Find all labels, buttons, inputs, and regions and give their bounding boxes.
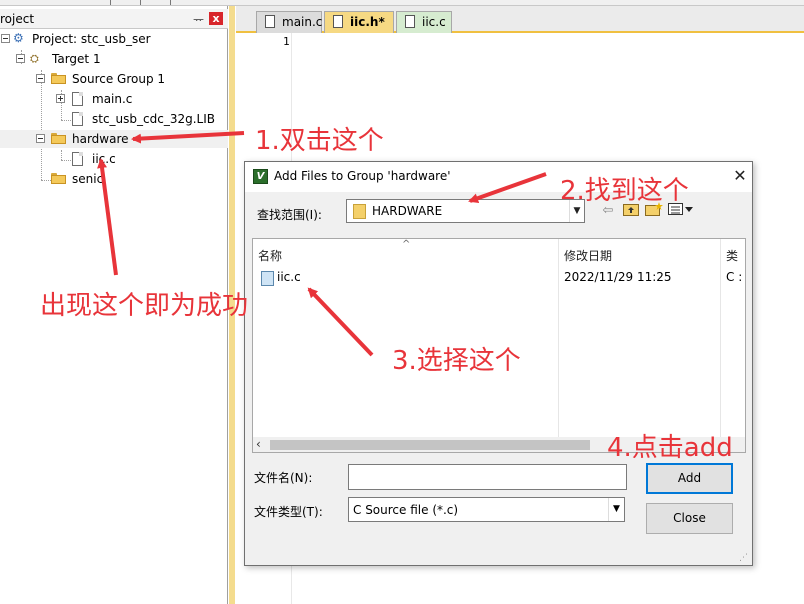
tree-item-label: senic [72, 172, 104, 186]
dialog-title: Add Files to Group 'hardware' [274, 169, 451, 183]
column-header-date[interactable]: 修改日期 [564, 247, 612, 264]
column-header-name[interactable]: 名称 [258, 247, 282, 264]
file-name[interactable]: iic.c [277, 270, 301, 284]
file-type-value: C Source file (*.c) [353, 503, 459, 517]
expand-icon[interactable] [56, 94, 65, 103]
folder-open-icon [51, 133, 66, 144]
scrollbar-thumb[interactable] [270, 440, 590, 450]
tree-item-label: iic.c [92, 152, 116, 166]
toolbar-separator [140, 0, 141, 5]
tab-label: main.c [282, 15, 323, 29]
tree-item-label: Source Group 1 [72, 72, 166, 86]
file-type-dropdown[interactable]: C Source file (*.c) ▼ [348, 497, 625, 522]
column-header-type[interactable]: 类 [726, 247, 738, 264]
tree-item-target[interactable]: ⛭ Target 1 [0, 50, 228, 68]
tab-iic-h[interactable]: iic.h* [324, 11, 394, 33]
project-panel-header: roject ᅲ x [0, 9, 228, 29]
tree-item-label: main.c [92, 92, 133, 106]
toolbar-separator [170, 0, 171, 5]
document-icon [265, 15, 275, 28]
close-button[interactable]: Close [646, 503, 733, 534]
annotation-step1: 1.双击这个 [255, 126, 384, 156]
project-panel-title: roject [0, 12, 35, 26]
annotation-step2: 2.找到这个 [560, 176, 689, 206]
collapse-icon[interactable] [1, 34, 10, 43]
document-icon [405, 15, 415, 28]
tree-item-senior[interactable]: senic [0, 170, 228, 188]
tree-item-label: hardware [72, 132, 129, 146]
tree-item-label: Project: stc_usb_ser [32, 32, 151, 46]
c-file-icon [261, 271, 274, 286]
file-type-label: 文件类型(T): [254, 505, 323, 519]
editor-tab-strip: main.c iic.h* iic.c [236, 6, 804, 33]
folder-icon [353, 204, 366, 219]
tab-label: iic.h* [350, 15, 385, 29]
close-icon[interactable]: ✕ [730, 166, 750, 186]
look-in-value: HARDWARE [372, 204, 443, 218]
tab-main-c[interactable]: main.c [256, 11, 322, 33]
document-icon [333, 15, 343, 28]
tree-item-source-group[interactable]: Source Group 1 [0, 70, 228, 88]
file-type: C : [726, 270, 743, 284]
collapse-icon[interactable] [16, 54, 25, 63]
collapse-icon[interactable] [36, 74, 45, 83]
annotation-step3: 3.选择这个 [392, 346, 521, 376]
tab-label: iic.c [422, 15, 446, 29]
pin-icon[interactable]: ᅲ [193, 11, 204, 28]
toolbar-separator [110, 0, 111, 5]
tree-item-label: stc_usb_cdc_32g.LIB [92, 112, 215, 126]
tree-item-hardware[interactable]: hardware [0, 130, 228, 148]
tree-item-label: Target 1 [52, 52, 101, 66]
look-in-dropdown[interactable]: HARDWARE ▼ [346, 199, 585, 223]
tab-iic-c[interactable]: iic.c [396, 11, 452, 33]
file-name-label: 文件名(N): [254, 471, 313, 485]
chevron-down-icon[interactable]: ▼ [608, 498, 624, 521]
column-divider [720, 239, 721, 439]
c-file-icon [72, 92, 83, 106]
resize-grip-icon[interactable]: ⋰ [739, 553, 748, 563]
sort-ascending-icon: ^ [402, 239, 411, 250]
keil-app-icon: V [253, 169, 268, 184]
collapse-icon[interactable] [36, 134, 45, 143]
target-icon: ⛭ [30, 52, 39, 65]
file-date: 2022/11/29 11:25 [564, 270, 672, 284]
annotation-step4: 4.点击add [607, 433, 733, 463]
c-file-icon [72, 152, 83, 166]
project-icon: ⚙ [13, 31, 24, 45]
close-panel-icon[interactable]: x [209, 12, 223, 25]
folder-icon [51, 173, 66, 184]
folder-open-icon [51, 73, 66, 84]
look-in-label: 查找范围(I): [257, 208, 322, 222]
tree-item-lib[interactable]: stc_usb_cdc_32g.LIB [0, 110, 228, 128]
add-button[interactable]: Add [646, 463, 733, 494]
lib-file-icon [72, 112, 83, 126]
scroll-left-icon[interactable]: ‹ [256, 437, 261, 452]
tree-item-iic-c[interactable]: iic.c [0, 150, 228, 168]
line-number: 1 [283, 35, 290, 48]
tree-item-main-c[interactable]: main.c [0, 90, 228, 108]
file-name-input[interactable] [348, 464, 627, 490]
column-divider [558, 239, 559, 439]
tree-item-project[interactable]: ⚙ Project: stc_usb_ser [0, 30, 228, 48]
annotation-result: 出现这个即为成功 [40, 291, 249, 321]
